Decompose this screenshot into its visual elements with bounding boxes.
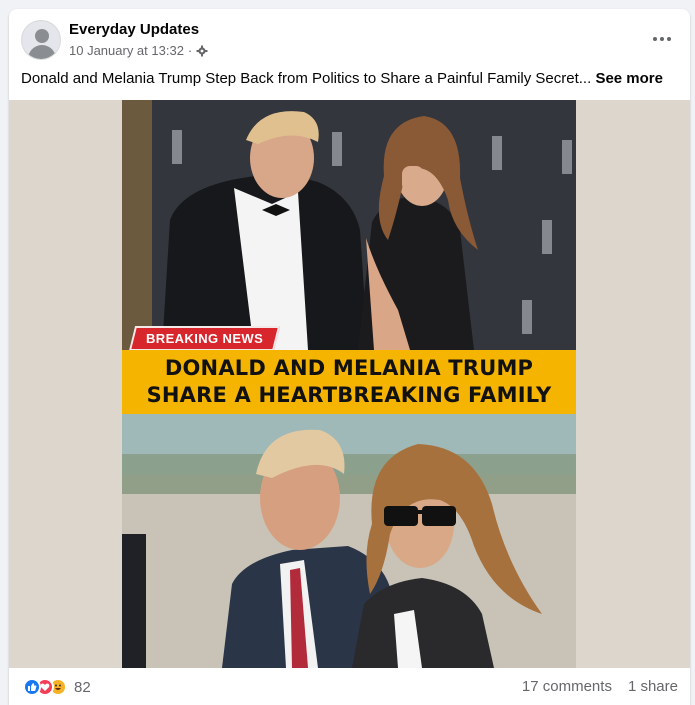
top-photo-scene <box>122 100 576 350</box>
meta-separator: · <box>187 43 193 58</box>
post-timestamp[interactable]: 10 January at 13:32 <box>69 43 184 58</box>
bottom-photo-scene <box>122 414 576 668</box>
ellipsis-dot <box>660 37 664 41</box>
like-icon <box>23 678 41 696</box>
ellipsis-dot <box>667 37 671 41</box>
breaking-news-label: BREAKING NEWS <box>146 331 264 346</box>
shares-count-link[interactable]: 1 share <box>628 678 678 695</box>
top-photo: BREAKING NEWS <box>122 100 576 350</box>
post-footer: 82 17 comments 1 share <box>9 672 690 705</box>
post-meta: 10 January at 13:32 · <box>69 43 208 58</box>
headline-line-1: DONALD AND MELANIA TRUMP <box>164 356 534 380</box>
headline-line-2: SHARE A HEARTBREAKING FAMILY <box>146 383 552 407</box>
more-options-button[interactable] <box>650 27 674 51</box>
engagement-stats: 17 comments 1 share <box>522 678 678 695</box>
ellipsis-icon <box>653 37 657 41</box>
breaking-news-tag: BREAKING NEWS <box>128 326 281 350</box>
page-name[interactable]: Everyday Updates <box>69 21 199 38</box>
comments-count-link[interactable]: 17 comments <box>522 678 612 695</box>
reaction-count: 82 <box>74 678 91 696</box>
see-more-link[interactable]: See more <box>595 70 663 87</box>
headline-banner: DONALD AND MELANIA TRUMP SHARE A HEARTBR… <box>122 350 576 414</box>
avatar[interactable] <box>21 20 61 60</box>
post-media[interactable]: BREAKING NEWS DONALD AND MELANIA TRUMP S… <box>9 100 690 668</box>
post-card: Everyday Updates 10 January at 13:32 · D… <box>9 9 690 705</box>
post-image[interactable]: BREAKING NEWS DONALD AND MELANIA TRUMP S… <box>122 100 576 668</box>
avatar-head-shape <box>35 29 49 43</box>
avatar-body-shape <box>28 45 56 59</box>
reactions-summary[interactable]: 82 <box>23 678 91 696</box>
post-text: Donald and Melania Trump Step Back from … <box>21 69 681 89</box>
bottom-photo <box>122 414 576 668</box>
gear-icon <box>196 45 208 56</box>
post-body: Donald and Melania Trump Step Back from … <box>21 70 592 87</box>
post-header: Everyday Updates 10 January at 13:32 · <box>9 9 690 71</box>
